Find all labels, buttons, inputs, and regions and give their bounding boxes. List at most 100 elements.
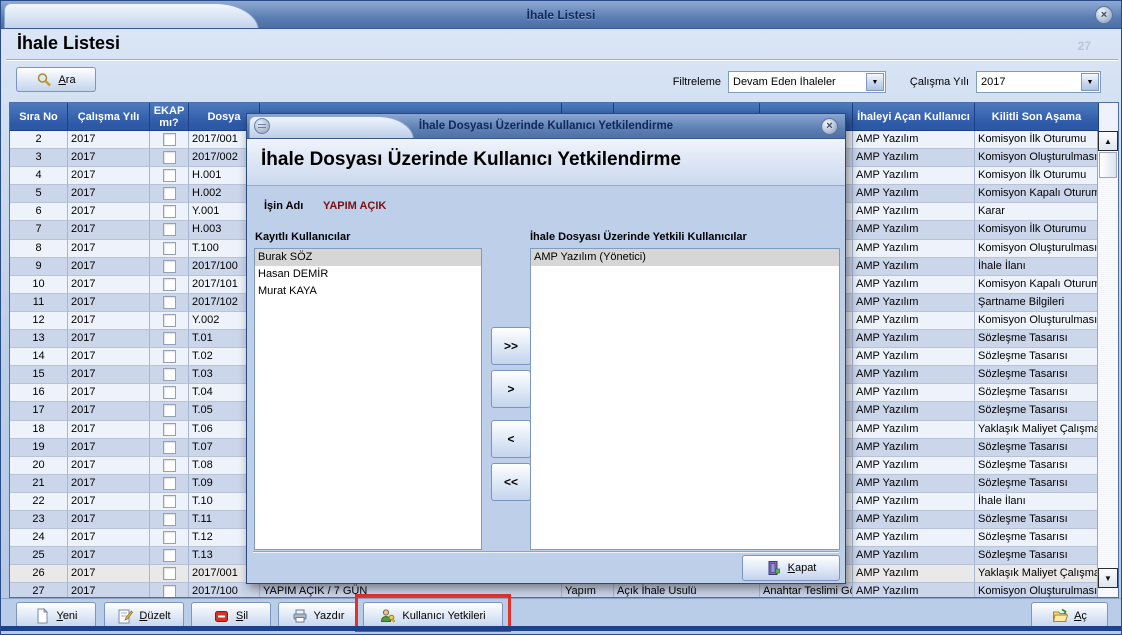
- cell-asama: Sözleşme Tasarısı: [975, 439, 1097, 457]
- cell-yil: 2017: [68, 203, 150, 221]
- registered-users-listbox[interactable]: Burak SÖZHasan DEMİRMurat KAYA: [254, 248, 482, 550]
- ekap-checkbox[interactable]: [163, 296, 176, 309]
- ekap-checkbox[interactable]: [163, 477, 176, 490]
- list-item[interactable]: AMP Yazılım (Yönetici): [531, 249, 839, 266]
- cell-acan: AMP Yazılım: [853, 240, 975, 258]
- cell-ekap: [150, 276, 189, 294]
- list-item[interactable]: Hasan DEMİR: [255, 266, 481, 283]
- cell-asama: Yaklaşık Maliyet Çalışmaları: [975, 421, 1097, 439]
- ekap-checkbox[interactable]: [163, 242, 176, 255]
- column-header-acan[interactable]: İhaleyi Açan Kullanıcı: [853, 103, 975, 131]
- authorized-users-listbox[interactable]: AMP Yazılım (Yönetici): [530, 248, 840, 550]
- scroll-up-icon[interactable]: ▲: [1098, 131, 1118, 151]
- scroll-thumb[interactable]: [1099, 152, 1117, 178]
- ekap-checkbox[interactable]: [163, 513, 176, 526]
- edit-button[interactable]: Düzelt: [104, 602, 184, 629]
- cell-yil: 2017: [68, 240, 150, 258]
- ekap-checkbox[interactable]: [163, 260, 176, 273]
- chevron-down-icon[interactable]: ▼: [1081, 73, 1099, 91]
- delete-button[interactable]: Sil: [191, 602, 271, 629]
- dialog-heading: İhale Dosyası Üzerinde Kullanıcı Yetkile…: [261, 149, 681, 171]
- ekap-checkbox[interactable]: [163, 350, 176, 363]
- cell-sira: 10: [10, 276, 68, 294]
- cell-yil: 2017: [68, 131, 150, 149]
- cell-yil: 2017: [68, 221, 150, 239]
- cell-yil: 2017: [68, 547, 150, 565]
- scroll-down-icon[interactable]: ▼: [1098, 568, 1118, 588]
- column-header-ekap[interactable]: EKAP mı?: [150, 103, 189, 131]
- print-icon: [292, 608, 308, 624]
- column-header-asama[interactable]: Kilitli Son Aşama: [975, 103, 1099, 131]
- cell-ekap: [150, 475, 189, 493]
- list-item[interactable]: Murat KAYA: [255, 283, 481, 300]
- move-all-left-button[interactable]: <<: [491, 463, 531, 501]
- search-button[interactable]: Ara: [16, 67, 96, 92]
- ekap-checkbox[interactable]: [163, 441, 176, 454]
- ekap-checkbox[interactable]: [163, 151, 176, 164]
- year-dropdown[interactable]: 2017 ▼: [976, 71, 1101, 93]
- open-button[interactable]: Aç: [1031, 602, 1108, 629]
- cell-asama: Sözleşme Tasarısı: [975, 529, 1097, 547]
- move-all-right-button[interactable]: >>: [491, 327, 531, 365]
- open-button-label: Aç: [1074, 610, 1087, 622]
- ekap-checkbox[interactable]: [163, 404, 176, 417]
- table-row[interactable]: 2720172017/100YAPIM AÇIK / 7 GÜNYapımAçı…: [10, 583, 1097, 597]
- header-divider: [6, 59, 1118, 61]
- new-button[interactable]: Yeni: [16, 602, 96, 629]
- ekap-checkbox[interactable]: [163, 531, 176, 544]
- dialog-close-icon[interactable]: ×: [821, 118, 838, 135]
- chevron-down-icon[interactable]: ▼: [866, 73, 884, 91]
- close-icon[interactable]: ×: [1095, 6, 1113, 24]
- move-right-button[interactable]: >: [491, 370, 531, 408]
- window-bottom-edge: [1, 626, 1121, 631]
- cell-asama: Karar: [975, 203, 1097, 221]
- ekap-checkbox[interactable]: [163, 187, 176, 200]
- cell-sira: 4: [10, 167, 68, 185]
- cell-asama: Komisyon Oluşturulması: [975, 312, 1097, 330]
- ekap-checkbox[interactable]: [163, 205, 176, 218]
- ekap-checkbox[interactable]: [163, 133, 176, 146]
- cell-sira: 26: [10, 565, 68, 583]
- cell-asama: Sözleşme Tasarısı: [975, 402, 1097, 420]
- ekap-checkbox[interactable]: [163, 495, 176, 508]
- user-permissions-button-label: Kullanıcı Yetkileri: [402, 610, 485, 622]
- cell-asama: Komisyon Kapalı Oturumu: [975, 276, 1097, 294]
- column-header-yil[interactable]: Çalışma Yılı: [68, 103, 150, 131]
- print-button[interactable]: Yazdır: [278, 602, 358, 629]
- cell-asama: Sözleşme Tasarısı: [975, 384, 1097, 402]
- cell-acan: AMP Yazılım: [853, 276, 975, 294]
- ekap-checkbox[interactable]: [163, 567, 176, 580]
- ekap-checkbox[interactable]: [163, 368, 176, 381]
- ekap-checkbox[interactable]: [163, 332, 176, 345]
- ekap-checkbox[interactable]: [163, 585, 176, 597]
- ekap-checkbox[interactable]: [163, 314, 176, 327]
- ekap-checkbox[interactable]: [163, 459, 176, 472]
- cell-ekap: [150, 457, 189, 475]
- cell-ekap: [150, 366, 189, 384]
- ekap-checkbox[interactable]: [163, 223, 176, 236]
- cell-ekap: [150, 348, 189, 366]
- column-header-sira[interactable]: Sıra No: [10, 103, 68, 131]
- cell-dosya: 2017/100: [189, 583, 260, 597]
- user-permissions-button[interactable]: Kullanıcı Yetkileri: [363, 602, 503, 629]
- cell-asama: İhale İlanı: [975, 258, 1097, 276]
- cell-acan: AMP Yazılım: [853, 348, 975, 366]
- ekap-checkbox[interactable]: [163, 278, 176, 291]
- table-vertical-scrollbar[interactable]: ▲ ▼: [1097, 131, 1118, 597]
- ekap-checkbox[interactable]: [163, 386, 176, 399]
- list-item[interactable]: Burak SÖZ: [255, 249, 481, 266]
- cell-sira: 25: [10, 547, 68, 565]
- filter-dropdown-value: Devam Eden İhaleler: [729, 76, 865, 88]
- filter-dropdown[interactable]: Devam Eden İhaleler ▼: [728, 71, 886, 93]
- move-left-button[interactable]: <: [491, 420, 531, 458]
- cell-sira: 15: [10, 366, 68, 384]
- ekap-checkbox[interactable]: [163, 423, 176, 436]
- ekap-checkbox[interactable]: [163, 549, 176, 562]
- cell-sira: 8: [10, 240, 68, 258]
- ekap-checkbox[interactable]: [163, 169, 176, 182]
- cell-asama: Komisyon İlk Oturumu: [975, 221, 1097, 239]
- cell-yil: 2017: [68, 258, 150, 276]
- cell-acan: AMP Yazılım: [853, 421, 975, 439]
- close-dialog-button[interactable]: Kapat: [742, 555, 840, 581]
- cell-asama: Yaklaşık Maliyet Çalışmaları: [975, 565, 1097, 583]
